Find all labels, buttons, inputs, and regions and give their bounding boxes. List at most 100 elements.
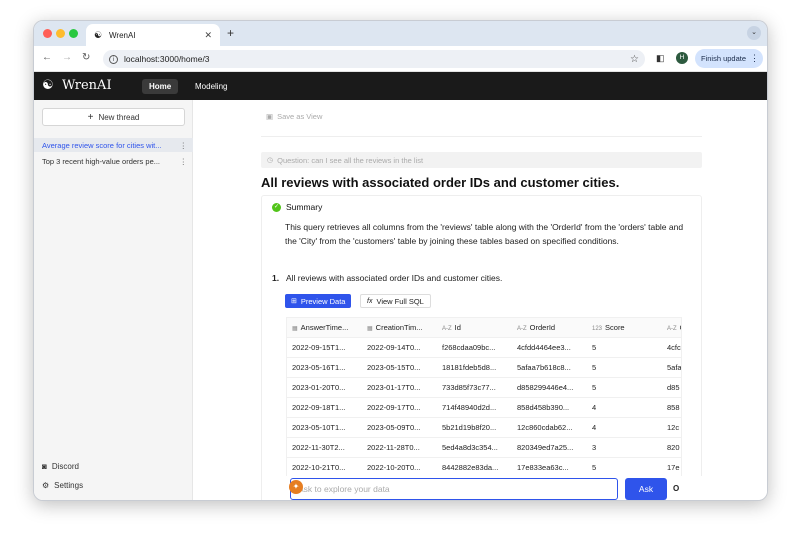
wren-favicon-icon: ☯ xyxy=(94,30,103,40)
table-cell: 5 xyxy=(592,343,597,352)
column-label: AnswerTime... xyxy=(300,323,349,332)
finish-update-label: Finish update xyxy=(701,54,747,63)
browser-menu-icon[interactable]: ⋮ xyxy=(750,53,759,64)
table-cell: 2023-01-20T0... xyxy=(292,383,346,392)
table-cell: 2022-09-18T1... xyxy=(292,403,346,412)
main-content: ▣ Save as View ◷ Question: can I see all… xyxy=(194,100,767,500)
table-row: 2022-09-15T1... 2022-09-14T0... f268cdaa09… xyxy=(287,338,681,358)
new-thread-button[interactable]: + New thread xyxy=(42,108,185,126)
wren-logo-icon: ☯ xyxy=(42,78,54,93)
browser-toolbar: ← → ↻ i localhost:3000/home/3 ☆ ◧ H Fini… xyxy=(34,46,767,72)
column-label: CreationTim... xyxy=(375,323,423,332)
discord-label: Discord xyxy=(51,462,79,471)
table-cell: 820 xyxy=(667,443,680,452)
table-cell: 4 xyxy=(592,423,597,432)
nav-modeling[interactable]: Modeling xyxy=(195,79,227,94)
settings-link[interactable]: ⚙ Settings xyxy=(42,481,83,490)
thread-more-icon[interactable]: ⋮ xyxy=(180,157,188,166)
table-header-cell[interactable]: ▦ CreationTim... xyxy=(362,323,437,332)
calendar-icon: ▦ xyxy=(292,326,298,332)
thread-item[interactable]: Top 3 recent high-value orders pe... ⋮ xyxy=(34,154,193,168)
ask-bar: Ask to explore your data Ask O xyxy=(285,476,703,500)
preview-data-button[interactable]: ⊞ Preview Data xyxy=(285,294,352,308)
question-label: Question: xyxy=(277,155,310,165)
window-close-dot[interactable] xyxy=(43,29,52,38)
side-panel-icon[interactable]: ◧ xyxy=(656,53,665,64)
window-minimize-dot[interactable] xyxy=(56,29,65,38)
table-cell: f268cdaa09bc... xyxy=(442,343,496,352)
table-cell: 3 xyxy=(592,443,597,452)
table-cell: 2023-01-17T0... xyxy=(367,383,421,392)
discord-link[interactable]: ◙ Discord xyxy=(42,462,79,471)
tab-title: WrenAI xyxy=(109,30,136,40)
binoculars-icon: ⊞ xyxy=(291,298,297,305)
text-type-icon: A-Z xyxy=(667,326,677,332)
new-thread-label: New thread xyxy=(98,112,140,122)
tab-close-icon[interactable]: ✕ xyxy=(204,30,212,41)
app-logo[interactable]: ☯ WrenAI xyxy=(42,77,112,94)
bookmark-star-icon[interactable]: ☆ xyxy=(630,54,639,65)
table-header-cell[interactable]: A-Z OrderId xyxy=(512,323,587,332)
table-cell: 2022-10-21T0... xyxy=(292,463,346,472)
table-cell: 2023-05-15T0... xyxy=(367,363,421,372)
thread-item-active[interactable]: Average review score for cities wit... ⋮ xyxy=(34,138,193,152)
table-cell: 4cfc xyxy=(667,343,681,352)
table-cell: 2022-09-15T1... xyxy=(292,343,346,352)
table-header-cell[interactable]: 123 Score xyxy=(587,323,662,332)
browser-tab[interactable]: ☯ WrenAI ✕ xyxy=(86,24,220,46)
ask-side-label: O xyxy=(673,484,680,493)
table-cell: 4cfdd4464ee3... xyxy=(517,343,571,352)
check-circle-icon: ✓ xyxy=(272,202,281,212)
question-text: can I see all the reviews in the list xyxy=(311,155,424,165)
calendar-icon: ▦ xyxy=(367,326,373,332)
thread-label: Top 3 recent high-value orders pe... xyxy=(42,156,160,166)
profile-avatar[interactable]: H xyxy=(676,52,688,64)
reload-icon[interactable]: ↻ xyxy=(82,52,90,63)
finish-update-button[interactable]: Finish update ⋮ xyxy=(695,49,763,68)
table-cell: 2023-05-10T1... xyxy=(292,423,346,432)
ask-button[interactable]: Ask xyxy=(625,478,667,500)
nav-home[interactable]: Home xyxy=(142,79,179,94)
table-header-cell[interactable]: A-Z Id xyxy=(437,323,512,332)
table-cell: 17e xyxy=(667,463,680,472)
step-text: All reviews with associated order IDs an… xyxy=(286,273,503,283)
table-cell: 12c xyxy=(667,423,680,432)
site-info-icon[interactable]: i xyxy=(109,54,118,64)
table-cell: 5 xyxy=(592,383,597,392)
view-full-sql-button[interactable]: fx View Full SQL xyxy=(360,294,431,308)
lightbulb-icon[interactable]: ✦ xyxy=(289,480,303,494)
back-arrow-icon[interactable]: ← xyxy=(42,52,52,63)
text-type-icon: A-Z xyxy=(442,326,452,332)
table-cell: d858299446e4... xyxy=(517,383,574,392)
table-cell: 5 xyxy=(592,363,597,372)
plus-icon: + xyxy=(87,111,94,123)
tab-search-chevron-icon[interactable]: ⌄ xyxy=(747,26,761,40)
divider xyxy=(261,136,702,137)
summary-heading: ✓ Summary xyxy=(272,202,322,212)
table-cell: 714f48940d2d... xyxy=(442,403,497,412)
save-as-view-label: Save as View xyxy=(277,112,323,121)
table-cell: 858 xyxy=(667,403,680,412)
ask-input[interactable]: Ask to explore your data xyxy=(290,478,618,500)
thread-more-icon[interactable]: ⋮ xyxy=(180,141,188,150)
answer-title: All reviews with associated order IDs an… xyxy=(261,175,620,190)
address-bar[interactable]: i localhost:3000/home/3 ☆ xyxy=(103,50,645,68)
table-header-cell[interactable]: ▦ AnswerTime... xyxy=(287,323,362,332)
table-cell: 17e833ea63c... xyxy=(517,463,569,472)
step-number: 1. xyxy=(272,273,280,283)
table-cell: 5b21d19b8f20... xyxy=(442,423,497,432)
table-header-cell[interactable]: A-ZC xyxy=(662,323,681,332)
table-cell: 2022-09-14T0... xyxy=(367,343,421,352)
data-table: ▦ AnswerTime... ▦ CreationTim... A-Z Id A-Z Ord… xyxy=(286,317,682,497)
table-row: 2023-05-16T1... 2023-05-15T0... 18181fdeb5… xyxy=(287,358,681,378)
ask-placeholder: Ask to explore your data xyxy=(298,484,390,494)
table-cell: 5 xyxy=(592,463,597,472)
table-cell: 18181fdeb5d8... xyxy=(442,363,497,372)
save-as-view-button[interactable]: ▣ Save as View xyxy=(266,112,322,121)
table-header-row: ▦ AnswerTime... ▦ CreationTim... A-Z Id A-Z Ord… xyxy=(287,318,681,338)
table-cell: 2023-05-09T0... xyxy=(367,423,421,432)
table-row: 2022-09-18T1... 2022-09-17T0... 714f48940d… xyxy=(287,398,681,418)
window-maximize-dot[interactable] xyxy=(69,29,78,38)
new-tab-icon[interactable]: + xyxy=(227,26,234,40)
forward-arrow-icon[interactable]: → xyxy=(62,52,72,63)
